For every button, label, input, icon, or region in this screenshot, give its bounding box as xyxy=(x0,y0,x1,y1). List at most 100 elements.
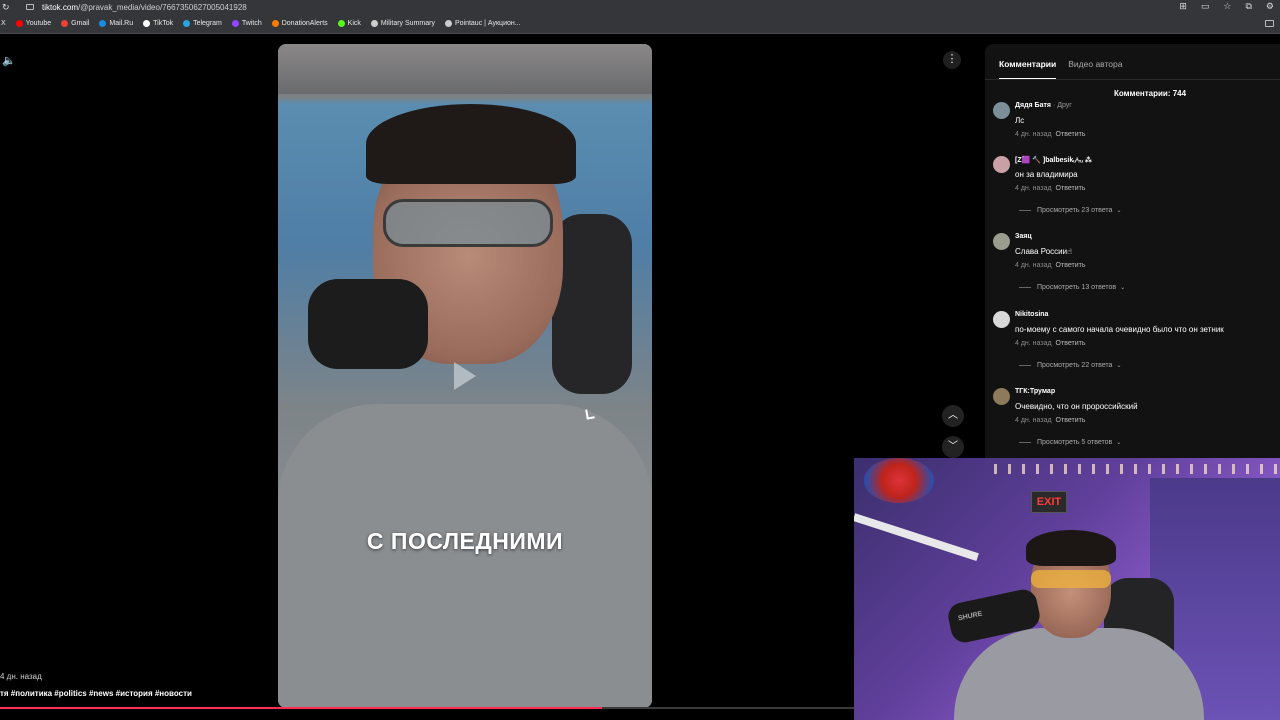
reload-icon[interactable]: ↻ xyxy=(2,2,12,13)
tab-comments[interactable]: Комментарии xyxy=(999,59,1057,80)
bookmark-favicon-icon xyxy=(183,20,191,27)
bookmark-item[interactable]: Gmail xyxy=(61,20,89,27)
video-posted-time: 4 дн. назад xyxy=(0,672,42,681)
bookmark-favicon-icon xyxy=(271,20,279,27)
bookmark-item[interactable]: Telegram xyxy=(183,20,222,27)
bookmark-item[interactable]: TikTok xyxy=(143,20,173,27)
comment-time: 4 дн. назад xyxy=(1015,185,1052,192)
comment-meta: 4 дн. назад Ответить xyxy=(1015,262,1085,269)
browser-address-bar: ↻ tiktok.com/@pravak_media/video/7667350… xyxy=(0,0,1280,14)
bookmark-item[interactable]: DonationAlerts xyxy=(271,20,328,27)
webcam-person-glasses xyxy=(1031,570,1111,588)
webcam-overlay: EXIT SHURE xyxy=(854,458,1280,720)
browser-actions: ⊞ ▭ ☆ ⧉ ⚙ xyxy=(1179,1,1274,12)
comment-username[interactable]: ТГК:Трумар xyxy=(1015,388,1055,395)
avatar[interactable] xyxy=(993,233,1010,250)
view-replies-button[interactable]: Просмотреть 22 ответа ⌄ xyxy=(1019,362,1121,369)
url-path: /@pravak_media/video/7667350627005041928 xyxy=(78,2,247,12)
extensions-icon[interactable]: ⧉ xyxy=(1245,1,1251,12)
video-chair xyxy=(552,214,632,394)
comment-text: по-моему с самого начала очевидно было ч… xyxy=(1015,325,1224,334)
video-glasses xyxy=(383,199,553,247)
translate-icon[interactable]: ⊞ xyxy=(1179,1,1187,12)
bookmark-label: Mail.Ru xyxy=(109,20,134,27)
bookmark-favicon-icon xyxy=(61,20,69,27)
reply-button[interactable]: Ответить xyxy=(1056,185,1086,192)
comment-time: 4 дн. назад xyxy=(1015,417,1052,424)
view-replies-button[interactable]: Просмотреть 13 ответов ⌄ xyxy=(1019,284,1125,291)
chevron-down-icon: ⌄ xyxy=(1116,363,1122,369)
webcam-exit-sign: EXIT xyxy=(1031,491,1067,513)
comment-username[interactable]: Заяц xyxy=(1015,233,1032,240)
video-caption: С ПОСЛЕДНИМИ xyxy=(366,528,564,554)
bookmark-label: Twitch xyxy=(241,20,262,27)
previous-video-button[interactable]: ︿ xyxy=(942,405,964,427)
view-replies-label: Просмотреть 13 ответов xyxy=(1037,284,1117,291)
volume-icon[interactable]: 🔈 xyxy=(2,54,16,67)
bookmark-item[interactable]: Youtube xyxy=(15,20,51,27)
comment-meta: 4 дн. назад Ответить xyxy=(1015,340,1085,347)
url-domain: tiktok.com xyxy=(42,2,79,12)
bookmark-label: Military Summary xyxy=(380,20,435,27)
next-video-button[interactable]: ﹀ xyxy=(942,436,964,458)
view-replies-label: Просмотреть 23 ответа xyxy=(1037,207,1113,214)
chevron-down-icon: ⌄ xyxy=(1116,440,1122,446)
mouse-cursor-icon xyxy=(585,408,595,420)
bookmark-star-icon[interactable]: ☆ xyxy=(1223,1,1231,12)
bookmark-label: Gmail xyxy=(71,20,90,27)
comment-relation: · Друг xyxy=(1052,102,1072,109)
webcam-person-hair xyxy=(1026,530,1116,566)
comment-meta: 4 дн. назад Ответить xyxy=(1015,417,1085,424)
comment-username[interactable]: [Z🟪 🔨 ]balbesikᵤᵃᵣᵤ ⁂ xyxy=(1015,156,1092,164)
view-replies-label: Просмотреть 5 ответов xyxy=(1037,439,1113,446)
comment-time: 4 дн. назад xyxy=(1015,131,1052,138)
reply-button[interactable]: Ответить xyxy=(1056,131,1086,138)
bookmark-label: DonationAlerts xyxy=(281,20,328,27)
bookmark-label: X xyxy=(1,20,6,27)
bookmark-item[interactable]: Pointauc | Аукцион... xyxy=(444,20,521,27)
reply-button[interactable]: Ответить xyxy=(1056,417,1086,424)
bookmark-label: TikTok xyxy=(153,20,174,27)
webcam-string-lights xyxy=(994,464,1280,474)
bookmarks-folder-icon[interactable] xyxy=(1265,20,1274,27)
bookmark-favicon-icon xyxy=(99,20,107,27)
play-icon[interactable] xyxy=(454,362,476,390)
reply-button[interactable]: Ответить xyxy=(1056,262,1086,269)
url-field[interactable]: tiktok.com/@pravak_media/video/766735062… xyxy=(42,3,247,12)
comment-username[interactable]: Nikitosina xyxy=(1015,311,1048,318)
video-hashtags[interactable]: тя #политика #politics #news #история #н… xyxy=(0,689,192,698)
bookmark-item[interactable]: Kick xyxy=(337,20,361,27)
bookmark-favicon-icon xyxy=(337,20,345,27)
more-options-icon[interactable]: ⋮ xyxy=(943,51,961,69)
view-replies-button[interactable]: Просмотреть 5 ответов ⌄ xyxy=(1019,439,1121,446)
site-info-icon[interactable] xyxy=(26,4,34,10)
profile-icon[interactable]: ⚙ xyxy=(1266,1,1274,12)
avatar[interactable] xyxy=(993,311,1010,328)
bookmark-item[interactable]: Twitch xyxy=(231,20,262,27)
bookmark-item[interactable]: Mail.Ru xyxy=(99,20,133,27)
comment-username-text: [Z🟪 🔨 ]balbesikᵤᵃᵣᵤ ⁂ xyxy=(1015,157,1092,164)
video-shirt xyxy=(278,404,652,708)
view-replies-button[interactable]: Просмотреть 23 ответа ⌄ xyxy=(1019,207,1121,214)
video-hair xyxy=(366,104,576,184)
view-replies-label: Просмотреть 22 ответа xyxy=(1037,362,1113,369)
bookmark-label: Telegram xyxy=(193,20,222,27)
comment-username[interactable]: Дядя Батя · Друг xyxy=(1015,102,1072,109)
bookmark-label: Kick xyxy=(347,20,361,27)
avatar[interactable] xyxy=(993,388,1010,405)
comment-username-text: Nikitosina xyxy=(1015,311,1049,318)
bookmark-item[interactable]: Military Summary xyxy=(370,20,435,27)
bookmark-item[interactable]: X xyxy=(1,20,6,27)
comment-username-text: Заяц xyxy=(1015,233,1032,240)
video-player[interactable]: С ПОСЛЕДНИМИ xyxy=(278,44,652,708)
comment-username-text: Дядя Батя xyxy=(1015,102,1051,109)
comment-text: Лс xyxy=(1015,116,1025,125)
reply-button[interactable]: Ответить xyxy=(1056,340,1086,347)
cast-icon[interactable]: ▭ xyxy=(1201,1,1210,12)
avatar[interactable] xyxy=(993,156,1010,173)
replies-divider xyxy=(1019,210,1031,211)
tab-author-videos[interactable]: Видео автора xyxy=(1068,59,1122,80)
comment-meta: 4 дн. назад Ответить xyxy=(1015,131,1085,138)
avatar[interactable] xyxy=(993,102,1010,119)
chevron-down-icon: ⌄ xyxy=(1116,208,1122,214)
